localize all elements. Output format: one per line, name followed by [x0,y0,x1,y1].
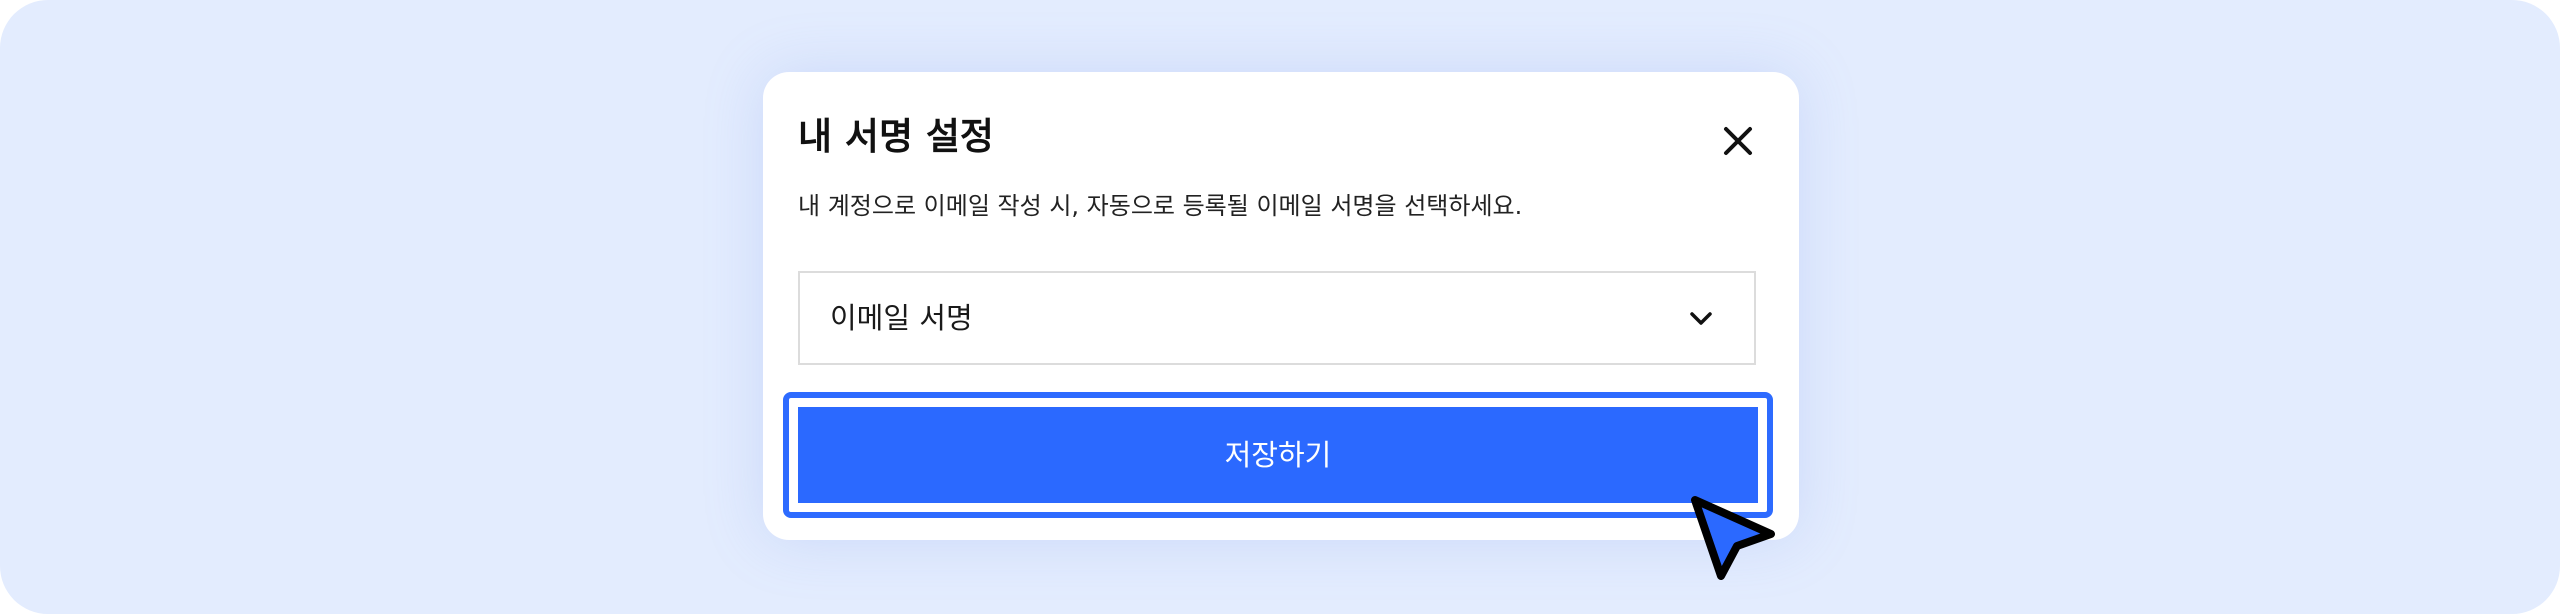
dialog-description: 내 계정으로 이메일 작성 시, 자동으로 등록될 이메일 서명을 선택하세요. [798,192,1523,220]
save-button[interactable]: 저장하기 [798,407,1758,503]
page-background: 내 서명 설정 내 계정으로 이메일 작성 시, 자동으로 등록될 이메일 서명… [0,0,2560,614]
signature-settings-dialog: 내 서명 설정 내 계정으로 이메일 작성 시, 자동으로 등록될 이메일 서명… [763,72,1799,540]
chevron-down-icon [1685,302,1717,334]
close-icon [1724,127,1752,155]
signature-select-value: 이메일 서명 [830,301,973,335]
close-button[interactable] [1713,116,1763,166]
signature-select[interactable]: 이메일 서명 [798,271,1756,365]
dialog-title: 내 서명 설정 [798,115,994,158]
